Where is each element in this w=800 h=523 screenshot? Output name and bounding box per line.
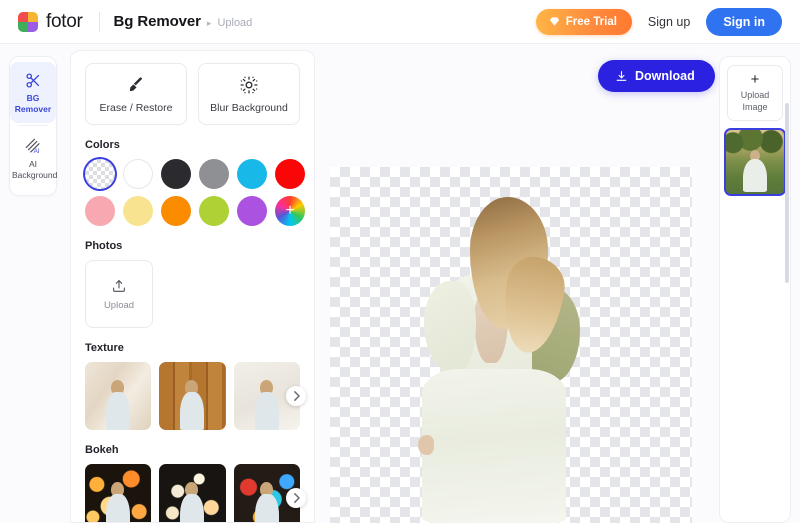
chevron-right-icon — [293, 391, 300, 401]
fotor-squares-logo-icon — [18, 11, 38, 32]
color-swatch-red[interactable] — [275, 159, 305, 189]
bokeh-next-button[interactable] — [286, 488, 306, 508]
magic-wand-icon: AI — [12, 136, 54, 156]
header-actions: Free Trial Sign up Sign in — [535, 7, 782, 36]
upload-icon — [113, 279, 125, 292]
sidebar-item-ai-background-label: AI Background — [12, 159, 58, 180]
color-swatch-cyan[interactable] — [237, 159, 267, 189]
download-icon — [616, 70, 627, 81]
cutout-woman-in-white-dress — [418, 183, 608, 523]
subject-skirt — [422, 369, 566, 523]
color-swatch-grid: + — [85, 159, 305, 226]
sidebar-item-bg-remover[interactable]: BG Remover — [10, 62, 56, 124]
free-trial-label: Free Trial — [565, 15, 617, 28]
chevron-right-icon: ▸ — [206, 18, 212, 28]
svg-text:AI: AI — [34, 149, 40, 155]
chevron-right-icon — [293, 493, 300, 503]
plus-icon: + — [750, 71, 760, 89]
options-panel: Erase / Restore Blur Background Colors +… — [70, 50, 315, 523]
panel-scrollbar[interactable] — [785, 103, 789, 283]
tool-buttons-row: Erase / Restore Blur Background — [85, 63, 300, 125]
color-swatch-white[interactable] — [123, 159, 153, 189]
thumbnail-figure — [253, 380, 281, 430]
sign-up-link[interactable]: Sign up — [648, 15, 690, 29]
sign-in-button[interactable]: Sign in — [706, 7, 782, 36]
bokeh-thumbnail-row — [85, 464, 306, 522]
diamond-icon — [549, 17, 559, 26]
scissors-icon — [12, 70, 54, 90]
thumbnail-figure — [178, 380, 206, 430]
thumbnail-figure — [178, 482, 206, 522]
texture-thumbnail-marble[interactable] — [85, 362, 152, 430]
erase-restore-button[interactable]: Erase / Restore — [85, 63, 187, 125]
image-thumbnail-woman-in-field[interactable] — [726, 130, 784, 194]
color-swatch-black[interactable] — [161, 159, 191, 189]
color-swatch-light-yellow[interactable] — [123, 196, 153, 226]
rail-separator — [18, 125, 48, 127]
header-divider — [98, 11, 100, 32]
bokeh-section-title: Bokeh — [85, 444, 119, 456]
free-trial-button[interactable]: Free Trial — [535, 8, 632, 35]
transparent-checkerboard-artboard[interactable] — [330, 167, 692, 523]
texture-thumbnail-wood[interactable] — [159, 362, 226, 430]
download-label: Download — [635, 69, 695, 83]
blur-icon — [240, 75, 258, 94]
texture-thumbnail-row — [85, 362, 306, 430]
color-swatch-purple[interactable] — [237, 196, 267, 226]
bokeh-thumbnail-warm[interactable] — [85, 464, 152, 522]
thumbnail-figure — [253, 482, 281, 522]
color-swatch-gray[interactable] — [199, 159, 229, 189]
upload-image-button[interactable]: + Upload Image — [727, 65, 783, 121]
colors-section-title: Colors — [85, 139, 120, 151]
breadcrumb-current: Bg Remover — [113, 13, 201, 30]
download-button[interactable]: Download — [598, 60, 715, 92]
brand-logo[interactable]: fotor — [18, 11, 83, 33]
thumbnail-figure — [743, 150, 767, 192]
canvas-area: Download — [315, 44, 715, 523]
app-root: fotor Bg Remover ▸ Upload Free Trial Sig… — [0, 0, 800, 523]
color-swatch-orange[interactable] — [161, 196, 191, 226]
texture-next-button[interactable] — [286, 386, 306, 406]
sidebar-item-ai-background[interactable]: AI AI Background — [10, 128, 58, 189]
app-header: fotor Bg Remover ▸ Upload Free Trial Sig… — [0, 0, 800, 44]
subject-hand — [418, 435, 434, 455]
thumbnail-figure — [104, 380, 132, 430]
blur-background-button[interactable]: Blur Background — [198, 63, 300, 125]
upload-image-label: Upload Image — [740, 90, 770, 112]
photos-upload-label: Upload — [103, 299, 135, 311]
breadcrumb: Bg Remover ▸ Upload — [114, 13, 253, 30]
photos-section-title: Photos — [85, 240, 123, 252]
texture-section-title: Texture — [85, 342, 124, 354]
breadcrumb-step: Upload — [217, 17, 253, 29]
color-swatch-lime[interactable] — [199, 196, 229, 226]
brush-icon — [129, 76, 142, 91]
color-swatch-custom-picker[interactable]: + — [275, 196, 305, 226]
photos-upload-button[interactable]: Upload — [85, 260, 153, 328]
color-swatch-transparent[interactable] — [85, 159, 115, 189]
left-tool-rail: BG Remover AI AI Background — [9, 56, 57, 196]
color-swatch-pink[interactable] — [85, 196, 115, 226]
blur-background-label: Blur Background — [210, 101, 288, 114]
erase-restore-label: Erase / Restore — [99, 101, 173, 114]
sidebar-item-bg-remover-label: BG Remover — [14, 93, 52, 114]
brand-name: fotor — [46, 10, 83, 32]
bokeh-thumbnail-night[interactable] — [159, 464, 226, 522]
image-list-panel: + Upload Image — [719, 56, 791, 523]
subject-left-sleeve — [424, 281, 476, 373]
thumbnail-figure — [104, 482, 132, 522]
